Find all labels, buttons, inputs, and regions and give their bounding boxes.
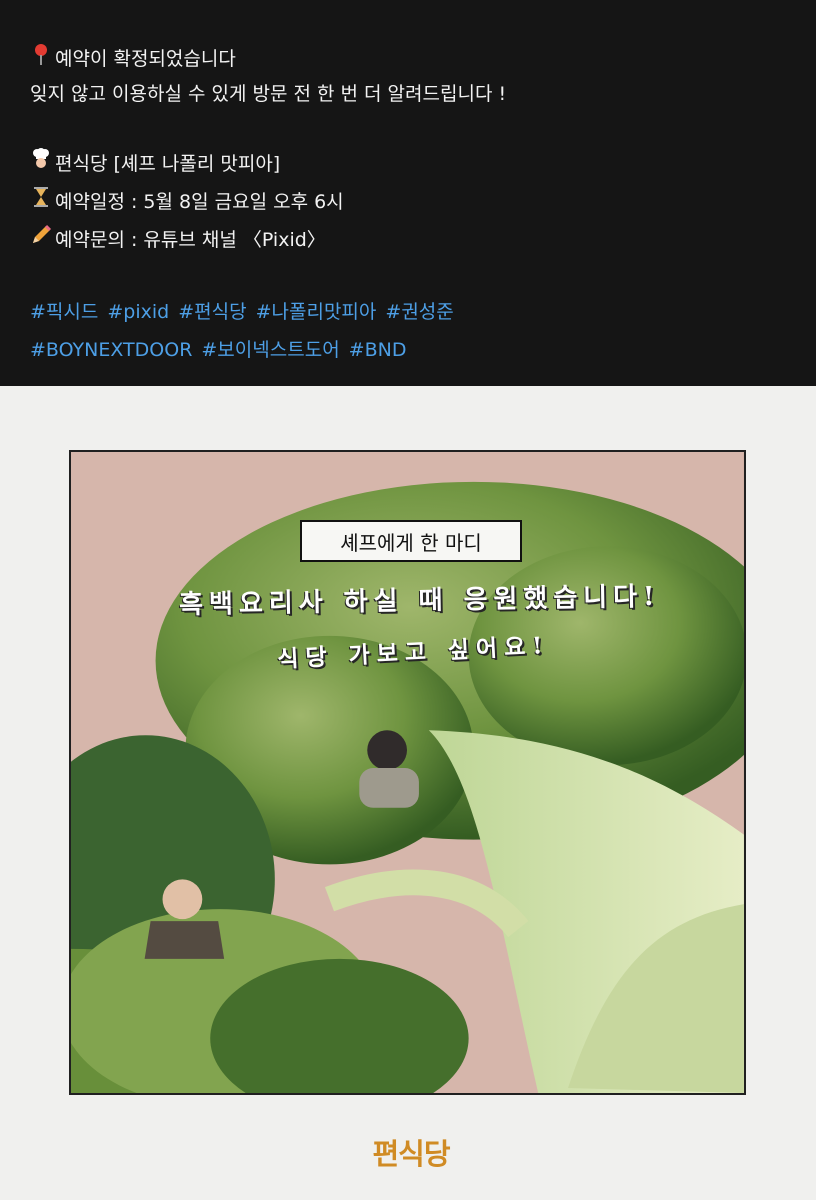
hashtag[interactable]: #픽시드 <box>30 301 98 323</box>
hashtag[interactable]: #BOYNEXTDOOR <box>30 339 192 361</box>
hashtag-line-1: #픽시드 #pixid #편식당 #나폴리맛피아 #권성준 <box>30 299 463 325</box>
hashtag[interactable]: #pixid <box>107 301 169 323</box>
hourglass-icon <box>30 186 52 215</box>
broccoli-photo: 셰프에게 한 마디 흑백요리사 하실 때 응원했습니다! 식당 가보고 싶어요! <box>69 450 746 1095</box>
caption-box: 셰프에게 한 마디 <box>300 520 522 562</box>
pencil-icon <box>30 224 52 253</box>
hashtag-line-2: #BOYNEXTDOOR #보이넥스트도어 #BND <box>30 337 415 363</box>
hashtag[interactable]: #권성준 <box>385 301 453 323</box>
chef-icon <box>30 148 52 177</box>
post-line-restaurant: 편식당 [셰프 나폴리 맛피아] <box>30 148 280 177</box>
round-pushpin-icon <box>30 43 52 72</box>
hashtag[interactable]: #편식당 <box>178 301 246 323</box>
post-line-confirmed: 예약이 확정되었습니다 <box>30 43 236 72</box>
post-line-reminder: 잊지 않고 이용하실 수 있게 방문 전 한 번 더 알려드립니다 ! <box>30 83 507 105</box>
post-text-panel: 예약이 확정되었습니다 잊지 않고 이용하실 수 있게 방문 전 한 번 더 알… <box>0 0 816 386</box>
hashtag[interactable]: #BND <box>349 339 407 361</box>
hashtag[interactable]: #나폴리맛피아 <box>256 301 377 323</box>
pyeonsikdang-logo: 편식당 <box>372 1137 450 1171</box>
hashtag[interactable]: #보이넥스트도어 <box>201 339 339 361</box>
post-line-contact: 예약문의 : 유튜브 채널 〈Pixid〉 <box>30 224 326 253</box>
post-line-schedule: 예약일정 : 5월 8일 금요일 오후 6시 <box>30 186 344 215</box>
